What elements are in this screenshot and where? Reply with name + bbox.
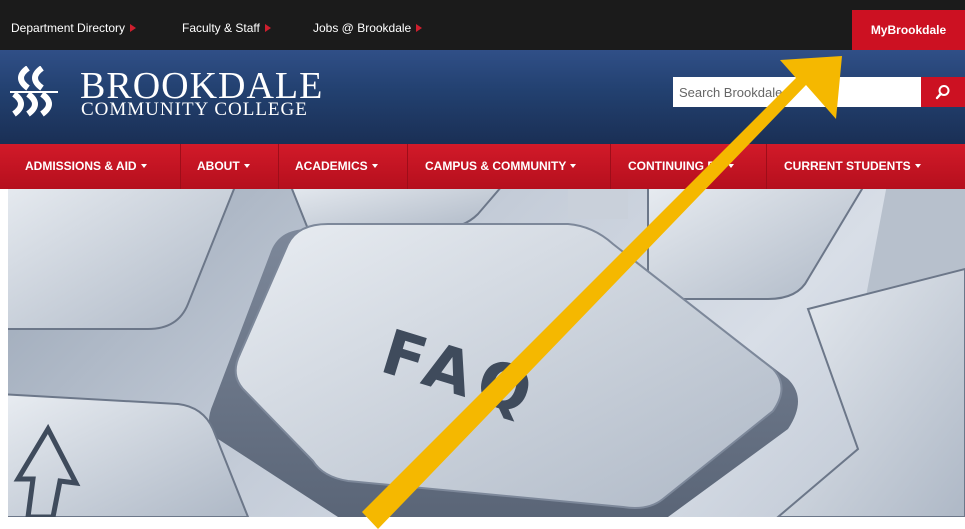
utility-bar: Department Directory Faculty & Staff Job… — [0, 0, 965, 50]
caret-down-icon — [570, 164, 577, 168]
jobs-label: Jobs @ Brookdale — [313, 21, 412, 35]
nav-label: ABOUT — [197, 159, 240, 173]
logo-subtitle: COMMUNITY COLLEGE — [81, 99, 308, 120]
nav-divider — [766, 144, 767, 189]
nav-label: ACADEMICS — [295, 159, 368, 173]
search-icon — [935, 85, 950, 100]
nav-label: CURRENT STUDENTS — [784, 159, 911, 173]
logo-mark-icon — [10, 66, 58, 117]
nav-divider — [180, 144, 181, 189]
mybrookdale-button[interactable]: MyBrookdale — [852, 10, 965, 50]
nav-divider — [610, 144, 611, 189]
nav-divider — [278, 144, 279, 189]
faculty-staff-link[interactable]: Faculty & Staff — [182, 0, 271, 50]
caret-down-icon — [371, 164, 378, 168]
arrow-right-icon — [130, 24, 137, 32]
page-bottom — [0, 517, 965, 529]
nav-label: CAMPUS & COMMUNITY — [425, 159, 567, 173]
arrow-right-icon — [416, 24, 423, 32]
nav-current-students[interactable]: CURRENT STUDENTS — [784, 144, 921, 189]
department-directory-link[interactable]: Department Directory — [11, 0, 137, 50]
faculty-staff-label: Faculty & Staff — [182, 21, 260, 35]
caret-down-icon — [140, 164, 147, 168]
department-directory-label: Department Directory — [11, 21, 126, 35]
caret-down-icon — [914, 164, 921, 168]
jobs-link[interactable]: Jobs @ Brookdale — [313, 0, 423, 50]
nav-academics[interactable]: ACADEMICS — [295, 144, 378, 189]
nav-about[interactable]: ABOUT — [197, 144, 250, 189]
arrow-right-icon — [264, 24, 271, 32]
caret-down-icon — [243, 164, 250, 168]
nav-divider — [407, 144, 408, 189]
caret-down-icon — [728, 164, 734, 168]
main-nav: ADMISSIONS & AID ABOUT ACADEMICS CAMPUS … — [0, 144, 965, 189]
nav-label: ADMISSIONS & AID — [25, 159, 137, 173]
nav-continuing-ed[interactable]: CONTINUING ED — [628, 144, 734, 189]
page: Department Directory Faculty & Staff Job… — [0, 0, 965, 529]
nav-label: CONTINUING ED — [628, 159, 724, 173]
nav-admissions-aid[interactable]: ADMISSIONS & AID — [25, 144, 147, 189]
nav-campus-community[interactable]: CAMPUS & COMMUNITY — [425, 144, 577, 189]
search-input[interactable] — [673, 77, 921, 107]
search-button[interactable] — [921, 77, 965, 107]
